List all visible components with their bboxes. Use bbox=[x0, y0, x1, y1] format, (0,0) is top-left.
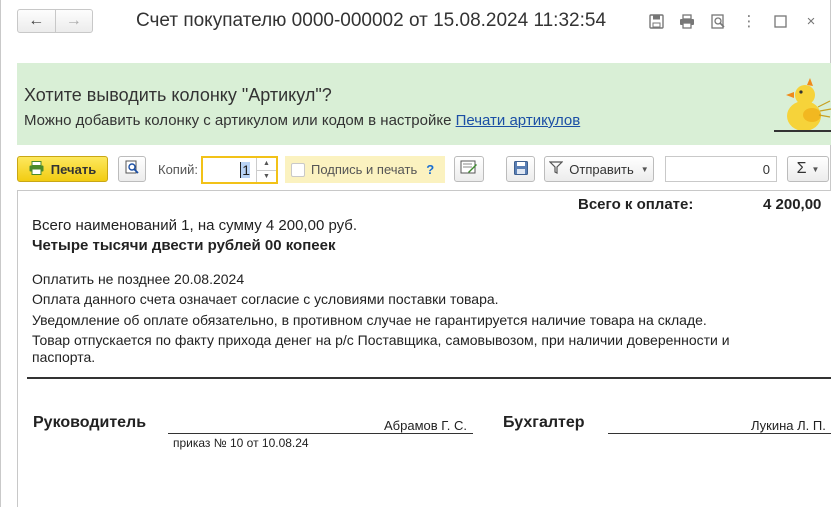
accountant-signature-label: Бухгалтер bbox=[503, 414, 585, 431]
head-name: Абрамов Г. С. bbox=[384, 418, 467, 433]
head-signature-line bbox=[168, 433, 473, 434]
magnifier-icon bbox=[125, 160, 140, 178]
send-button[interactable]: Отправить ▼ bbox=[544, 156, 654, 182]
print-icon[interactable] bbox=[676, 11, 698, 31]
send-button-label: Отправить bbox=[569, 161, 634, 177]
copies-stepper[interactable]: ▲ ▼ bbox=[256, 158, 276, 182]
copies-input[interactable]: 1 ▲ ▼ bbox=[201, 156, 278, 184]
close-icon[interactable]: × bbox=[800, 11, 822, 31]
head-signature-label: Руководитель bbox=[33, 414, 147, 431]
help-icon[interactable]: ? bbox=[426, 162, 434, 177]
print-button-label: Печать bbox=[50, 161, 97, 177]
accountant-name: Лукина Л. П. bbox=[751, 418, 826, 433]
banner-text-body: Можно добавить колонку с артикулом или к… bbox=[24, 112, 456, 129]
note-line: Оплатить не позднее 20.08.2024 bbox=[32, 271, 245, 287]
copies-value[interactable]: 1 bbox=[240, 162, 250, 178]
floppy-icon bbox=[513, 160, 528, 178]
accountant-signature-line bbox=[608, 433, 831, 434]
save-file-button[interactable] bbox=[506, 156, 535, 182]
preview-button[interactable] bbox=[118, 156, 146, 182]
note-line: Оплата данного счета означает согласие с… bbox=[32, 291, 499, 307]
title-actions: ⋮ × bbox=[645, 11, 822, 31]
edit-document-button[interactable] bbox=[454, 156, 484, 182]
back-button[interactable]: ← bbox=[18, 10, 55, 32]
items-summary: Всего наименований 1, на сумму 4 200,00 … bbox=[32, 217, 358, 234]
sign-and-stamp-toggle[interactable]: Подпись и печать ? bbox=[285, 156, 445, 183]
maximize-icon[interactable] bbox=[769, 11, 791, 31]
sign-label: Подпись и печать bbox=[311, 162, 418, 177]
head-order: приказ № 10 от 10.08.24 bbox=[173, 436, 309, 450]
stepper-up-icon[interactable]: ▲ bbox=[257, 158, 276, 170]
navigation-group: ← → bbox=[17, 9, 93, 33]
dropdown-arrow-icon: ▼ bbox=[811, 164, 820, 174]
total-value: 4 200,00 bbox=[763, 196, 822, 213]
copies-label: Копий: bbox=[158, 162, 198, 177]
tip-banner: Хотите выводить колонку "Артикул"? Можно… bbox=[17, 63, 831, 145]
print-button[interactable]: Печать bbox=[17, 156, 108, 182]
sum-mode-button[interactable]: Σ ▼ bbox=[787, 156, 829, 182]
invoice-document: Всего к оплате: 4 200,00 Всего наименова… bbox=[17, 190, 831, 507]
sigma-icon: Σ bbox=[796, 160, 807, 177]
article-print-link[interactable]: Печати артикулов bbox=[456, 112, 581, 129]
document-window: ← → Счет покупателю 0000-000002 от 15.08… bbox=[0, 0, 831, 507]
banner-title: Хотите выводить колонку "Артикул"? bbox=[24, 85, 332, 105]
divider bbox=[27, 377, 831, 379]
sign-checkbox[interactable] bbox=[291, 162, 305, 177]
note-line: Уведомление об оплате обязательно, в про… bbox=[32, 312, 707, 328]
total-label: Всего к оплате: bbox=[578, 196, 694, 213]
note-line: паспорта. bbox=[32, 349, 96, 365]
more-icon[interactable]: ⋮ bbox=[738, 11, 760, 31]
stepper-down-icon[interactable]: ▼ bbox=[257, 169, 276, 183]
chick-mascot-icon bbox=[774, 78, 831, 132]
print-toolbar: Печать Копий: 1 ▲ ▼ Подпись и печать ? О… bbox=[17, 155, 831, 184]
printer-icon bbox=[29, 160, 44, 178]
preview-icon[interactable] bbox=[707, 11, 729, 31]
send-icon bbox=[548, 161, 564, 177]
banner-text: Можно добавить колонку с артикулом или к… bbox=[24, 112, 580, 129]
dropdown-arrow-icon: ▼ bbox=[640, 164, 649, 174]
forward-button[interactable]: → bbox=[54, 10, 93, 32]
edit-icon bbox=[460, 160, 478, 178]
title-bar: ← → Счет покупателю 0000-000002 от 15.08… bbox=[1, 0, 830, 44]
window-title: Счет покупателю 0000-000002 от 15.08.202… bbox=[136, 10, 607, 31]
note-line: Товар отпускается по факту прихода денег… bbox=[32, 332, 730, 348]
sum-field[interactable]: 0 bbox=[665, 156, 777, 182]
amount-in-words: Четыре тысячи двести рублей 00 копеек bbox=[32, 237, 336, 254]
save-icon[interactable] bbox=[645, 11, 667, 31]
